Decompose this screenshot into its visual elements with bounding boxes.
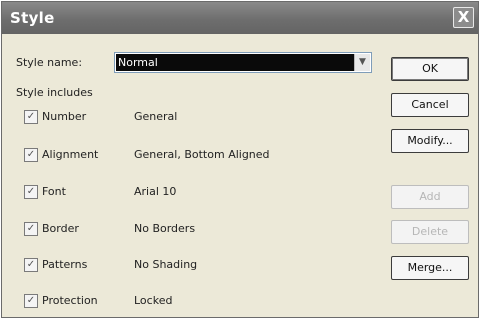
option-value-number: General bbox=[134, 110, 178, 123]
option-label-font: Font bbox=[42, 185, 66, 198]
merge-button[interactable]: Merge... bbox=[391, 256, 469, 280]
delete-button[interactable]: Delete bbox=[391, 220, 469, 244]
checkbox-border[interactable]: ✓ bbox=[24, 222, 38, 236]
checkbox-protection[interactable]: ✓ bbox=[24, 294, 38, 308]
checkmark-icon: ✓ bbox=[26, 295, 36, 306]
checkbox-patterns[interactable]: ✓ bbox=[24, 258, 38, 272]
option-value-alignment: General, Bottom Aligned bbox=[134, 148, 270, 161]
dialog-title: Style bbox=[10, 9, 55, 27]
style-name-value[interactable]: Normal bbox=[116, 54, 354, 71]
modify-button[interactable]: Modify... bbox=[391, 129, 469, 153]
close-icon[interactable]: X bbox=[453, 7, 474, 28]
cancel-button[interactable]: Cancel bbox=[391, 93, 469, 117]
title-bar: Style X bbox=[2, 2, 478, 34]
style-includes-label: Style includes bbox=[16, 86, 93, 99]
option-value-font: Arial 10 bbox=[134, 185, 177, 198]
option-value-protection: Locked bbox=[134, 294, 173, 307]
style-name-label: Style name: bbox=[16, 56, 83, 69]
checkmark-icon: ✓ bbox=[26, 259, 36, 270]
option-label-protection: Protection bbox=[42, 294, 98, 307]
chevron-down-icon[interactable]: ▼ bbox=[354, 54, 370, 71]
checkmark-icon: ✓ bbox=[26, 149, 36, 160]
option-label-alignment: Alignment bbox=[42, 148, 99, 161]
add-button[interactable]: Add bbox=[391, 185, 469, 209]
ok-button[interactable]: OK bbox=[391, 57, 469, 81]
option-label-patterns: Patterns bbox=[42, 258, 88, 271]
checkbox-font[interactable]: ✓ bbox=[24, 185, 38, 199]
checkbox-alignment[interactable]: ✓ bbox=[24, 148, 38, 162]
option-value-border: No Borders bbox=[134, 222, 196, 235]
option-label-number: Number bbox=[42, 110, 87, 123]
style-dialog: Style X Style name: Normal ▼ Style inclu… bbox=[1, 1, 479, 318]
style-name-combobox[interactable]: Normal ▼ bbox=[114, 52, 372, 73]
checkmark-icon: ✓ bbox=[26, 111, 36, 122]
option-label-border: Border bbox=[42, 222, 79, 235]
checkmark-icon: ✓ bbox=[26, 186, 36, 197]
option-value-patterns: No Shading bbox=[134, 258, 198, 271]
checkmark-icon: ✓ bbox=[26, 223, 36, 234]
checkbox-number[interactable]: ✓ bbox=[24, 110, 38, 124]
